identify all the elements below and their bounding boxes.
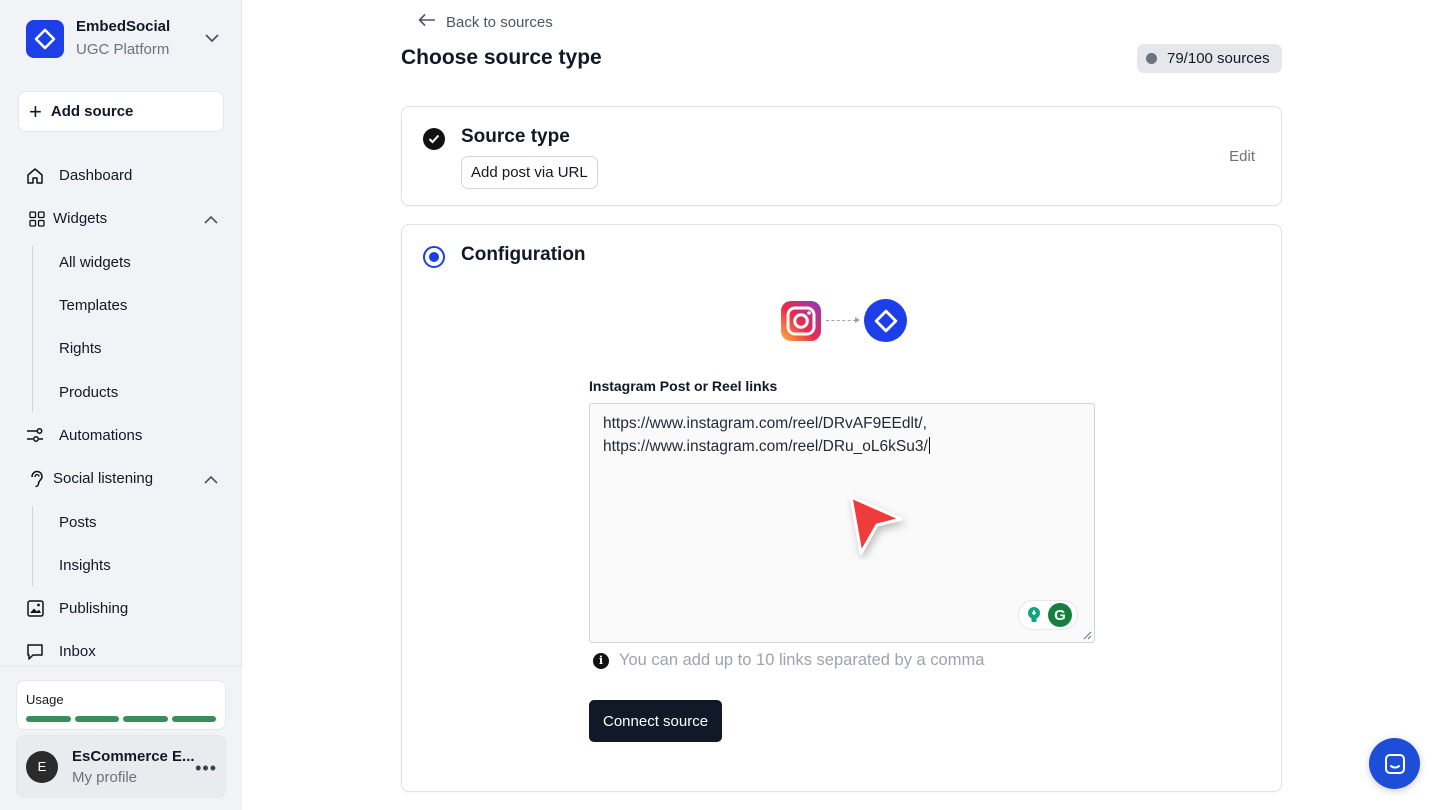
ear-icon xyxy=(27,469,47,489)
configuration-card: Configuration Instagram Post or Reel lin… xyxy=(401,224,1282,792)
sidebar-item-label: Templates xyxy=(59,297,128,315)
sidebar-item-label: Posts xyxy=(59,513,97,531)
chat-bubble-icon xyxy=(1384,753,1405,774)
sidebar-item-automations[interactable]: Automations xyxy=(0,414,242,457)
avatar: E xyxy=(26,750,58,783)
source-type-title: Source type xyxy=(461,126,570,147)
sidebar-item-rights[interactable]: Rights xyxy=(0,327,242,370)
back-label: Back to sources xyxy=(446,13,553,31)
connect-source-button[interactable]: Connect source xyxy=(589,700,723,742)
connection-flow xyxy=(780,299,907,342)
sidebar-item-insights[interactable]: Insights xyxy=(0,544,242,587)
embedsocial-logo xyxy=(26,20,64,58)
sidebar-item-label: Inbox xyxy=(59,643,96,661)
sidebar: EmbedSocial UGC Platform + Add source Da… xyxy=(0,0,242,810)
sidebar-item-label: Insights xyxy=(59,556,111,574)
cursor-pointer-icon xyxy=(849,495,903,555)
lightbulb-icon xyxy=(1028,607,1040,622)
brand-subtitle: UGC Platform xyxy=(76,41,170,58)
grid-icon xyxy=(27,209,47,229)
usage-label: Usage xyxy=(26,692,64,707)
quota-label: 79/100 sources xyxy=(1167,50,1270,67)
chevron-up-icon[interactable] xyxy=(204,471,218,488)
sidebar-item-label: Dashboard xyxy=(59,167,133,185)
sidebar-item-widgets[interactable]: Widgets xyxy=(0,197,242,240)
embedsocial-logo xyxy=(864,299,907,342)
status-dot xyxy=(1146,53,1157,64)
sidebar-item-label: Social listening xyxy=(53,470,154,488)
sidebar-nav: Dashboard Widgets All widgets Templates … xyxy=(0,154,242,674)
image-icon xyxy=(25,599,45,619)
sidebar-item-social-listening[interactable]: Social listening xyxy=(0,457,242,500)
active-step-radio-icon xyxy=(423,246,445,268)
check-circle-icon xyxy=(423,128,445,150)
flow-arrow xyxy=(826,317,860,323)
sources-quota-badge: 79/100 sources xyxy=(1137,44,1282,73)
sidebar-item-publishing[interactable]: Publishing xyxy=(0,587,242,630)
add-source-label: Add source xyxy=(50,103,134,120)
support-chat-button[interactable] xyxy=(1369,738,1420,789)
source-type-card: Source type Add post via URL Edit xyxy=(401,106,1282,206)
sidebar-item-posts[interactable]: Posts xyxy=(0,500,242,543)
arrow-left-icon xyxy=(418,13,436,31)
automations-icon xyxy=(25,425,45,445)
source-type-tag: Add post via URL xyxy=(461,156,598,189)
more-options-icon[interactable]: ••• xyxy=(195,758,217,779)
sidebar-item-label: Publishing xyxy=(59,600,129,618)
info-icon: i xyxy=(593,652,609,669)
configuration-title: Configuration xyxy=(461,244,586,265)
sidebar-item-products[interactable]: Products xyxy=(0,370,242,413)
profile-name: EsCommerce E... xyxy=(72,747,195,765)
sidebar-item-label: All widgets xyxy=(59,253,131,271)
usage-progress xyxy=(26,716,216,722)
resize-handle-icon[interactable] xyxy=(1083,631,1092,640)
links-field-label: Instagram Post or Reel links xyxy=(589,378,778,394)
usage-bar-segment xyxy=(171,716,216,722)
profile-card[interactable]: E EsCommerce E... My profile ••• xyxy=(16,735,226,798)
instagram-icon xyxy=(781,300,821,341)
sidebar-item-label: Rights xyxy=(59,340,102,358)
grammarly-icon: G xyxy=(1048,603,1072,627)
textarea-line: https://www.instagram.com/reel/DRvAF9EEd… xyxy=(603,415,927,432)
chevron-down-icon[interactable] xyxy=(204,30,220,48)
chat-icon xyxy=(25,642,45,662)
chevron-up-icon[interactable] xyxy=(204,211,218,228)
sidebar-item-label: Products xyxy=(59,383,119,401)
hint-text: You can add up to 10 links separated by … xyxy=(619,651,985,669)
usage-bar-segment xyxy=(26,716,71,722)
workspace-switcher[interactable]: EmbedSocial UGC Platform xyxy=(26,18,226,60)
instagram-links-textarea[interactable]: https://www.instagram.com/reel/DRvAF9EEd… xyxy=(589,403,1095,643)
usage-bar-segment xyxy=(74,716,119,722)
plus-icon: + xyxy=(29,98,42,124)
usage-card[interactable]: Usage xyxy=(16,680,226,730)
brand-name: EmbedSocial xyxy=(76,18,171,35)
grammarly-widget[interactable]: G xyxy=(1018,600,1078,630)
sidebar-item-label: Automations xyxy=(59,426,143,444)
sidebar-item-templates[interactable]: Templates xyxy=(0,284,242,327)
sidebar-footer: Usage E EsCommerce E... My profile ••• xyxy=(0,666,242,810)
sidebar-item-label: Widgets xyxy=(53,210,108,228)
add-source-button[interactable]: + Add source xyxy=(18,91,224,132)
back-to-sources-link[interactable]: Back to sources xyxy=(418,13,553,31)
edit-source-type-link[interactable]: Edit xyxy=(1229,148,1255,165)
textarea-line: https://www.instagram.com/reel/DRu_oL6kS… xyxy=(603,435,1081,458)
textarea-line-text: https://www.instagram.com/reel/DRu_oL6kS… xyxy=(603,438,928,455)
home-icon xyxy=(25,166,45,186)
links-hint: i You can add up to 10 links separated b… xyxy=(593,651,984,670)
profile-subtitle: My profile xyxy=(72,768,138,786)
sidebar-item-all-widgets[interactable]: All widgets xyxy=(0,241,242,284)
sidebar-item-dashboard[interactable]: Dashboard xyxy=(0,154,242,197)
usage-bar-segment xyxy=(123,716,168,722)
text-cursor xyxy=(928,437,930,454)
page-title: Choose source type xyxy=(401,46,602,69)
